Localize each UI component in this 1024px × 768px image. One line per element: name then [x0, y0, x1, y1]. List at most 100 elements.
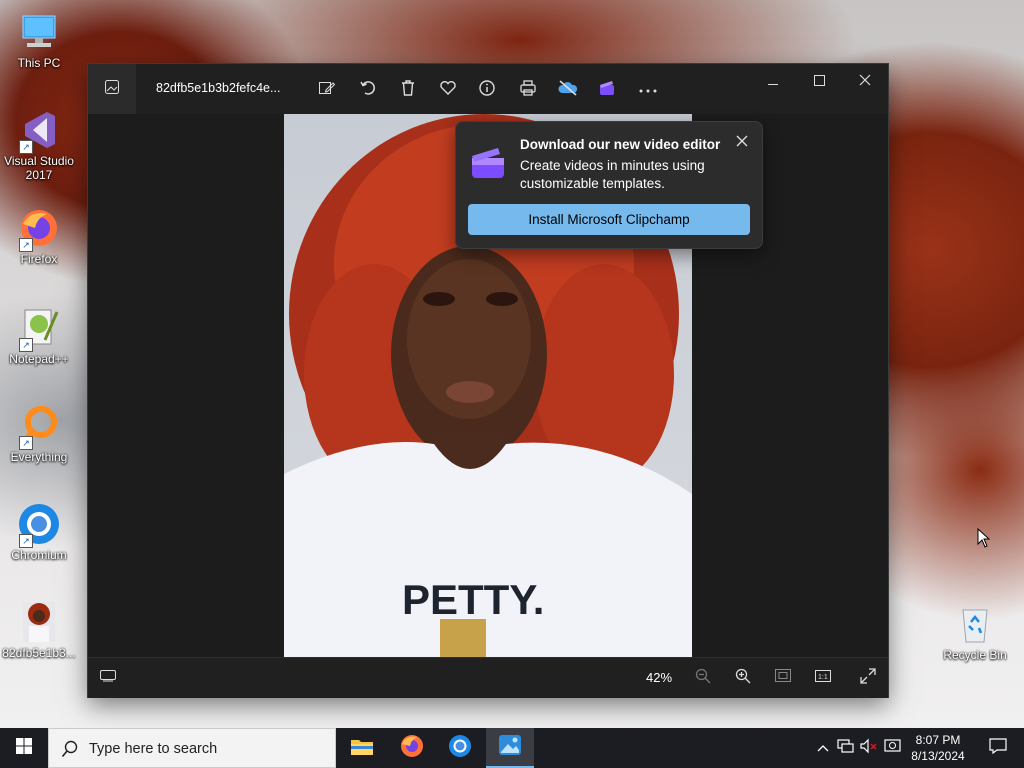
- network-icon: [837, 738, 855, 759]
- gallery-icon: [104, 79, 120, 100]
- clock-date: 8/13/2024: [911, 749, 965, 763]
- taskbar-firefox[interactable]: [388, 728, 436, 768]
- close-icon: [859, 73, 871, 91]
- favorite-button[interactable]: [437, 79, 459, 101]
- clipchamp-icon: [598, 79, 616, 102]
- clipchamp-logo-icon: [470, 144, 506, 185]
- volume-muted-icon: [860, 738, 878, 759]
- taskbar-search-box[interactable]: Type here to search: [48, 728, 336, 768]
- mouse-cursor-icon: [977, 527, 991, 553]
- chromium-icon: [448, 734, 472, 763]
- notification-icon: [989, 737, 1007, 759]
- windows-logo-icon: [16, 737, 32, 759]
- desktop-icon-label: 82dfb5e1b3...: [2, 646, 76, 660]
- start-button[interactable]: [0, 728, 48, 768]
- photos-titlebar: 82dfb5e1b3b2fefc4e...: [88, 64, 888, 114]
- photos-statusbar: 42% 1:1: [88, 657, 888, 698]
- photo-filename: 82dfb5e1b3b2fefc4e...: [156, 81, 281, 95]
- filmstrip-icon: [100, 669, 116, 687]
- edit-image-button[interactable]: [316, 79, 338, 101]
- desktop-icon-visual-studio[interactable]: ↗ Visual Studio 2017: [0, 108, 78, 182]
- photos-icon: [498, 734, 522, 761]
- zoom-level[interactable]: 42%: [646, 670, 672, 685]
- desktop-icon-label: Notepad++: [9, 352, 69, 366]
- delete-icon: [399, 79, 417, 102]
- desktop-icon-this-pc[interactable]: This PC: [0, 10, 78, 70]
- shirt-text: PETTY.: [402, 576, 544, 623]
- taskbar-photos[interactable]: [486, 728, 534, 768]
- notepad-plus-plus-icon: ↗: [17, 306, 61, 352]
- desktop-icon-notepad-plus-plus[interactable]: ↗ Notepad++: [0, 306, 78, 366]
- desktop-icon-chromium[interactable]: ↗ Chromium: [0, 502, 78, 562]
- chromium-icon: ↗: [17, 502, 61, 548]
- everything-search-icon: ↗: [17, 404, 61, 450]
- more-options-button[interactable]: [637, 79, 659, 101]
- zoom-in-icon: [735, 668, 751, 689]
- network-tray-button[interactable]: [837, 738, 855, 758]
- minimize-icon: [768, 73, 778, 91]
- search-icon: [61, 740, 79, 763]
- onedrive-off-icon: [558, 79, 578, 102]
- volume-tray-button[interactable]: [860, 738, 878, 758]
- taskbar-clock[interactable]: 8:07 PM 8/13/2024: [906, 732, 970, 764]
- video-editor-promo-popup: Download our new video editor Create vid…: [455, 121, 763, 249]
- zoom-out-icon: [695, 668, 711, 689]
- info-button[interactable]: [476, 79, 498, 101]
- desktop-icon-label: Chromium: [11, 548, 67, 562]
- popup-title: Download our new video editor: [520, 137, 721, 152]
- image-file-thumbnail-icon: [17, 600, 61, 644]
- this-pc-icon: [17, 10, 61, 54]
- taskbar-chromium[interactable]: [436, 728, 484, 768]
- svg-text:1:1: 1:1: [818, 674, 828, 681]
- actual-size-icon: 1:1: [815, 669, 831, 687]
- display-warning-icon: [884, 738, 902, 759]
- desktop-icon-label: Everything: [10, 450, 68, 464]
- fit-to-window-icon: [775, 668, 791, 688]
- desktop-icon-label: This PC: [17, 56, 61, 70]
- search-placeholder: Type here to search: [89, 741, 218, 757]
- firefox-icon: ↗: [17, 206, 61, 252]
- print-button[interactable]: [517, 79, 539, 101]
- recycle-bin-icon: [953, 602, 997, 646]
- visual-studio-icon: ↗: [17, 108, 61, 154]
- desktop-icon-everything[interactable]: ↗ Everything: [0, 404, 78, 464]
- gallery-button[interactable]: [88, 64, 136, 114]
- filmstrip-button[interactable]: [98, 668, 118, 688]
- file-explorer-icon: [350, 736, 374, 761]
- maximize-button[interactable]: [796, 72, 842, 92]
- desktop-icon-label: Firefox: [20, 252, 58, 266]
- desktop-icon-label: Visual Studio 2017: [4, 154, 74, 182]
- fit-to-window-button[interactable]: [773, 668, 793, 688]
- show-hidden-icons-button[interactable]: [814, 738, 832, 758]
- maximize-icon: [813, 73, 825, 91]
- close-icon: [736, 134, 748, 152]
- install-clipchamp-button[interactable]: Install Microsoft Clipchamp: [468, 204, 750, 235]
- info-icon: [478, 79, 496, 102]
- clock-time: 8:07 PM: [915, 733, 961, 747]
- actual-size-button[interactable]: 1:1: [813, 668, 833, 688]
- taskbar: Type here to search 8:07 PM 8/13/2024: [0, 728, 1024, 768]
- favorite-icon: [439, 79, 457, 102]
- print-icon: [519, 79, 537, 102]
- zoom-in-button[interactable]: [733, 668, 753, 688]
- desktop-icon-label: Recycle Bin: [943, 648, 1007, 662]
- minimize-button[interactable]: [750, 72, 796, 92]
- delete-button[interactable]: [397, 79, 419, 101]
- zoom-out-button[interactable]: [693, 668, 713, 688]
- desktop-icon-image-file[interactable]: 82dfb5e1b3...: [0, 600, 78, 660]
- onedrive-button[interactable]: [557, 79, 579, 101]
- action-center-button[interactable]: [978, 728, 1018, 768]
- firefox-icon: [400, 734, 424, 763]
- popup-close-button[interactable]: [732, 133, 752, 153]
- edit-image-icon: [318, 79, 336, 102]
- rotate-button[interactable]: [357, 79, 379, 101]
- clipchamp-button[interactable]: [596, 79, 618, 101]
- chevron-up-icon: [817, 739, 829, 757]
- taskbar-file-explorer[interactable]: [338, 728, 386, 768]
- full-screen-icon: [860, 667, 876, 689]
- full-screen-button[interactable]: [858, 667, 878, 689]
- desktop-icon-firefox[interactable]: ↗ Firefox: [0, 206, 78, 266]
- close-window-button[interactable]: [842, 72, 888, 92]
- desktop-icon-recycle-bin[interactable]: Recycle Bin: [936, 602, 1014, 662]
- monitor-tray-button[interactable]: [884, 738, 902, 758]
